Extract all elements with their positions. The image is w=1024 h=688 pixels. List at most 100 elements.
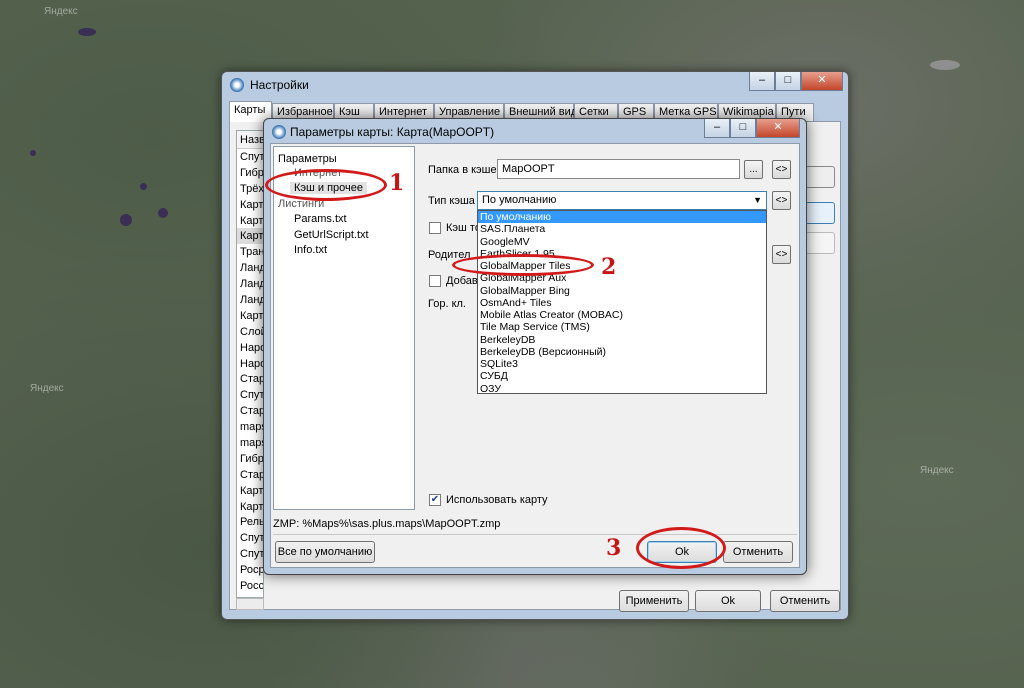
browse-button[interactable]: ...	[744, 160, 763, 179]
list-item[interactable]: Наро	[237, 356, 263, 372]
hotkey-label: Гор. кл.	[428, 298, 466, 310]
add-checkbox[interactable]	[429, 275, 441, 287]
dropdown-option[interactable]: Tile Map Service (TMS)	[478, 321, 766, 333]
list-item[interactable]: Карт	[237, 228, 263, 245]
dropdown-option[interactable]: По умолчанию	[478, 211, 766, 224]
dropdown-option[interactable]: Mobile Atlas Creator (MOBAC)	[478, 309, 766, 321]
cache-type-select[interactable]: По умолчанию ▼	[477, 191, 767, 210]
tree-root[interactable]: Параметры	[278, 153, 337, 165]
list-item[interactable]: Спут	[237, 546, 263, 562]
swap-button[interactable]: <>	[772, 245, 791, 264]
close-button[interactable]: ✕	[756, 119, 800, 138]
cache-folder-label: Папка в кэше	[428, 164, 497, 176]
map-cloud	[930, 60, 960, 70]
map-lake	[120, 214, 132, 226]
dropdown-option[interactable]: СУБД	[478, 370, 766, 382]
list-item[interactable]: Карт	[237, 499, 263, 515]
dropdown-option[interactable]: GlobalMapper Bing	[478, 285, 766, 297]
cache-only-checkbox[interactable]	[429, 222, 441, 234]
dropdown-option[interactable]: ОЗУ	[478, 383, 766, 395]
list-item[interactable]: maps	[237, 419, 263, 435]
tree-item-info-txt[interactable]: Info.txt	[294, 244, 327, 256]
settings-ok-button[interactable]: Ok	[695, 590, 761, 612]
list-item[interactable]: Ланд	[237, 276, 263, 292]
list-item[interactable]: Гибр	[237, 451, 263, 467]
annotation-ring-2	[452, 254, 594, 276]
list-item[interactable]: Карт	[237, 197, 263, 213]
params-tree: Параметры Интернет Кэш и прочее Листинги…	[273, 146, 415, 510]
dropdown-option[interactable]: GoogleMV	[478, 236, 766, 248]
dropdown-option[interactable]: BerkeleyDB	[478, 334, 766, 346]
dialog-body: Параметры Интернет Кэш и прочее Листинги…	[270, 143, 800, 568]
tree-item-geturlscript[interactable]: GetUrlScript.txt	[294, 229, 369, 241]
annotation-ring-1	[265, 169, 387, 201]
swap-button[interactable]: <>	[772, 160, 791, 179]
list-item[interactable]: Наро	[237, 340, 263, 356]
list-item[interactable]: Стар	[237, 403, 263, 419]
annotation-number-3: 3	[606, 535, 622, 561]
map-watermark: Яндекс	[44, 6, 78, 17]
cache-type-label: Тип кэша	[428, 195, 475, 207]
list-item[interactable]: Карт	[237, 308, 263, 324]
list-item[interactable]: Карт	[237, 483, 263, 499]
dropdown-options: По умолчанию SAS.Планета GoogleMV EarthSlic…	[478, 211, 766, 395]
list-item[interactable]: maps	[237, 435, 263, 451]
apply-button[interactable]: Применить	[619, 590, 689, 612]
chevron-down-icon: ▼	[753, 195, 762, 205]
list-item[interactable]: Стар	[237, 467, 263, 483]
tree-item-params-txt[interactable]: Params.txt	[294, 213, 347, 225]
dropdown-option[interactable]: OsmAnd+ Tiles	[478, 297, 766, 309]
list-rows: Спут Гибр Трёх Карт Карт Карт Тран Ланд Ланд Ланд…	[237, 149, 263, 594]
annotation-number-1: 1	[389, 170, 405, 196]
map-lake	[78, 28, 96, 36]
list-item[interactable]: Гибр	[237, 165, 263, 181]
list-item[interactable]: Слой	[237, 324, 263, 340]
swap-button[interactable]: <>	[772, 191, 791, 210]
annotation-ring-3	[636, 527, 726, 569]
list-item[interactable]: Тран	[237, 244, 263, 260]
map-lake	[30, 150, 36, 156]
list-item[interactable]: Спут	[237, 530, 263, 546]
close-button[interactable]: ✕	[801, 72, 843, 91]
use-map-label: Использовать карту	[446, 494, 548, 506]
list-header[interactable]: Назв	[237, 131, 263, 149]
settings-cancel-button[interactable]: Отменить	[770, 590, 840, 612]
cache-type-value: По умолчанию	[482, 194, 557, 206]
list-item[interactable]: Спут	[237, 149, 263, 165]
list-item[interactable]: Стар	[237, 371, 263, 387]
list-item[interactable]: Росс	[237, 578, 263, 594]
dropdown-option[interactable]: SAS.Планета	[478, 223, 766, 235]
side-button[interactable]	[805, 202, 835, 224]
list-item[interactable]: Спут	[237, 387, 263, 403]
list-item[interactable]: Трёх	[237, 181, 263, 197]
list-item[interactable]: Рель	[237, 514, 263, 530]
maps-list[interactable]: Назв Спут Гибр Трёх Карт Карт Карт Тран Ланд Лан…	[236, 130, 264, 598]
dialog-cancel-button[interactable]: Отменить	[723, 541, 793, 563]
zmp-path: ZMP: %Maps%\sas.plus.maps\MapOOPT.zmp	[273, 518, 501, 530]
cache-folder-field[interactable]: MapOOPT	[497, 159, 740, 179]
settings-window-title: Настройки	[250, 78, 309, 92]
maximize-button[interactable]: □	[730, 119, 756, 138]
map-lake	[140, 183, 147, 190]
maximize-button[interactable]: □	[775, 72, 801, 91]
app-icon	[230, 78, 244, 92]
annotation-number-2: 2	[601, 254, 617, 280]
minimize-button[interactable]: –	[704, 119, 730, 138]
list-item[interactable]: Карт	[237, 213, 263, 229]
cache-only-label: Кэш то	[446, 222, 481, 234]
divider	[273, 534, 797, 535]
side-button-disabled	[805, 232, 835, 254]
list-item[interactable]: Роср	[237, 562, 263, 578]
minimize-button[interactable]: –	[749, 72, 775, 91]
dropdown-option[interactable]: SQLite3	[478, 358, 766, 370]
dropdown-option[interactable]: BerkeleyDB (Версионный)	[478, 346, 766, 358]
list-scrollbar[interactable]	[236, 598, 264, 610]
app-icon	[272, 125, 286, 139]
use-map-checkbox[interactable]: ✔	[429, 494, 441, 506]
side-button[interactable]	[805, 166, 835, 188]
list-item[interactable]: Ланд	[237, 292, 263, 308]
map-lake	[158, 208, 168, 218]
list-item[interactable]: Ланд	[237, 260, 263, 276]
map-params-title: Параметры карты: Карта(MapOOPT)	[290, 125, 495, 139]
defaults-button[interactable]: Все по умолчанию	[275, 541, 375, 563]
